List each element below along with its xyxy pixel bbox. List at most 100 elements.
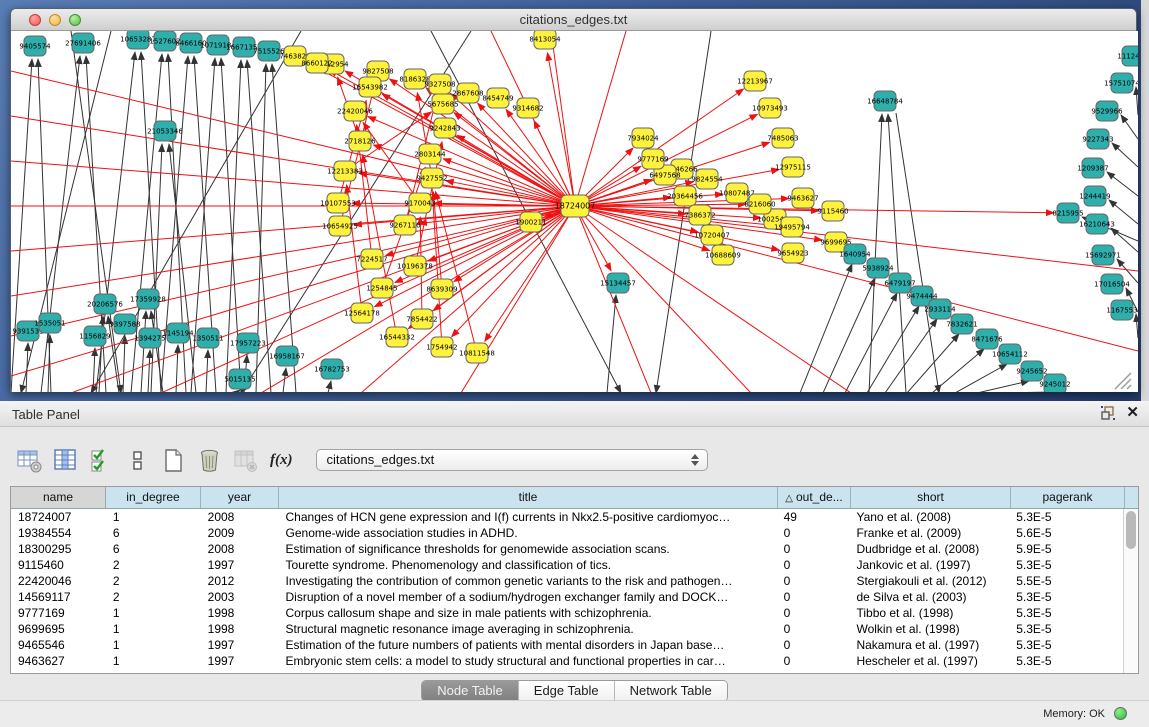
table-cell[interactable]: 6 [106, 541, 201, 557]
table-cell[interactable]: 2008 [201, 541, 279, 557]
table-cell[interactable]: 1 [106, 653, 201, 669]
table-cell[interactable]: 2012 [201, 573, 279, 589]
graph-node[interactable]: 1209387 [1077, 158, 1108, 178]
graph-edge[interactable] [575, 206, 1138, 351]
column-header-pagerank[interactable]: pagerank [1011, 487, 1125, 508]
table-row[interactable]: 1456911722003Disruption of a novel membe… [11, 589, 1123, 605]
table-cell[interactable]: 5.3E-5 [1009, 621, 1123, 637]
table-cell[interactable]: 9699695 [11, 621, 106, 637]
graph-edge[interactable] [148, 350, 150, 392]
graph-edge[interactable] [888, 114, 906, 392]
table-cell[interactable]: 0 [777, 557, 850, 573]
table-cell[interactable]: Hescheler et al. (1997) [849, 653, 1009, 669]
graph-node-cited[interactable]: 8454749 [482, 88, 513, 108]
graph-node[interactable]: 9245652 [1016, 361, 1047, 381]
table-selector-dropdown[interactable]: citations_edges.txt [316, 449, 708, 471]
scrollbar-thumb[interactable] [1126, 511, 1136, 549]
graph-node-cited[interactable]: 8639309 [426, 279, 457, 299]
graph-node[interactable]: 9397588 [109, 314, 140, 334]
graph-node-cited[interactable]: 9427552 [416, 168, 447, 188]
graph-node[interactable]: 1145194 [162, 323, 194, 343]
graph-node[interactable]: 1535051 [34, 313, 65, 333]
table-cell[interactable]: 5.3E-5 [1009, 509, 1123, 525]
graph-edge[interactable] [123, 336, 125, 392]
graph-node-cited[interactable]: 22420046 [337, 101, 373, 121]
graph-node[interactable]: 16782753 [314, 359, 350, 379]
graph-edge[interactable] [41, 56, 80, 392]
table-cell[interactable]: Franke et al. (2009) [849, 525, 1009, 541]
graph-node-cited[interactable]: 10688609 [705, 245, 741, 265]
graph-edge[interactable] [575, 206, 1054, 213]
table-cell[interactable]: Yano et al. (2008) [849, 509, 1009, 525]
graph-node[interactable]: 16210643 [1079, 214, 1115, 234]
graph-node[interactable]: 16958167 [269, 346, 305, 366]
table-cell[interactable]: 2 [106, 589, 201, 605]
graph-edge[interactable] [206, 350, 208, 392]
table-cell[interactable]: Embryonic stem cells: a model to study s… [279, 653, 777, 669]
table-cell[interactable]: 2003 [201, 589, 279, 605]
graph-node-cited[interactable]: 8660122 [301, 53, 332, 73]
table-cell[interactable]: 18300295 [11, 541, 106, 557]
table-cell[interactable]: de Silva et al. (2003) [849, 589, 1009, 605]
graph-edge[interactable] [272, 64, 296, 392]
graph-node[interactable]: 27691406 [65, 33, 101, 53]
graph-edge[interactable] [236, 390, 240, 392]
graph-node[interactable]: 16648784 [867, 91, 903, 111]
table-cell[interactable]: 14569117 [11, 589, 106, 605]
graph-edge[interactable] [151, 144, 162, 392]
table-cell[interactable]: Tibbo et al. (1998) [849, 605, 1009, 621]
table-cell[interactable]: 2008 [201, 509, 279, 525]
graph-node-cited[interactable]: 1754942 [426, 337, 457, 357]
table-row[interactable]: 946362711997Embryonic stem cells: a mode… [11, 653, 1123, 669]
graph-edge[interactable] [478, 103, 575, 206]
graph-node[interactable]: 1244419 [1079, 186, 1110, 206]
table-cell[interactable]: 0 [777, 573, 850, 589]
tab-network-table[interactable]: Network Table [615, 681, 727, 701]
table-cell[interactable]: Stergiakouli et al. (2012) [849, 573, 1009, 589]
graph-edge[interactable] [800, 264, 852, 392]
table-cell[interactable]: Corpus callosum shape and size in male p… [279, 605, 777, 621]
graph-node-cited[interactable]: 7934024 [627, 128, 659, 148]
graph-node[interactable]: 21053346 [147, 121, 183, 141]
graph-node-cited[interactable]: 9314682 [512, 98, 543, 118]
table-cell[interactable]: Changes of HCN gene expression and I(f) … [279, 509, 777, 525]
table-cell[interactable]: 5.3E-5 [1009, 637, 1123, 653]
graph-edge[interactable] [547, 53, 575, 206]
table-cell[interactable]: 1997 [201, 557, 279, 573]
graph-edge[interactable] [1121, 115, 1138, 139]
table-cell[interactable]: Wolkin et al. (1998) [849, 621, 1009, 637]
graph-edge[interactable] [1111, 228, 1138, 252]
table-cell[interactable]: 0 [777, 525, 850, 541]
graph-node-cited[interactable]: 7854422 [406, 309, 437, 329]
table-cell[interactable]: 9463627 [11, 653, 106, 669]
graph-node-cited[interactable]: 10973493 [752, 98, 788, 118]
table-row[interactable]: 2242004622012Investigating the contribut… [11, 573, 1123, 589]
tab-edge-table[interactable]: Edge Table [519, 681, 615, 701]
graph-node-cited[interactable]: 9327508 [424, 74, 455, 94]
graph-node-cited[interactable]: 7485063 [767, 128, 798, 148]
table-cell[interactable]: 5.6E-5 [1009, 525, 1123, 541]
graph-node-cited[interactable]: 9654923 [777, 243, 808, 263]
graph-node[interactable]: 17957223 [230, 333, 266, 353]
graph-edge[interactable] [575, 206, 651, 392]
graph-edge[interactable] [1136, 314, 1138, 338]
graph-node[interactable]: 15134457 [600, 273, 636, 293]
graph-node-cited[interactable]: 9267110 [389, 215, 420, 235]
graph-node-cited[interactable]: 9115460 [817, 201, 848, 221]
graph-node-cited[interactable]: 9242843 [429, 118, 460, 138]
table-cell[interactable]: 5.3E-5 [1009, 605, 1123, 621]
graph-edge[interactable] [1112, 143, 1138, 167]
graph-edge[interactable] [551, 31, 575, 206]
table-cell[interactable]: 18724007 [11, 509, 106, 525]
close-panel-icon[interactable]: ✕ [1126, 405, 1139, 421]
window-resize-grip[interactable] [1121, 379, 1131, 389]
graph-edge[interactable] [845, 293, 897, 392]
graph-node[interactable]: 1350511 [192, 328, 223, 348]
table-cell[interactable]: 5.9E-5 [1009, 541, 1123, 557]
graph-node[interactable]: 17359928 [130, 289, 166, 309]
table-cell[interactable]: 49 [777, 509, 850, 525]
graph-edge[interactable] [607, 295, 616, 392]
window-resize-grip[interactable] [1127, 385, 1131, 389]
column-header-in_degree[interactable]: in_degree [106, 487, 201, 508]
graph-edge[interactable] [261, 206, 575, 392]
